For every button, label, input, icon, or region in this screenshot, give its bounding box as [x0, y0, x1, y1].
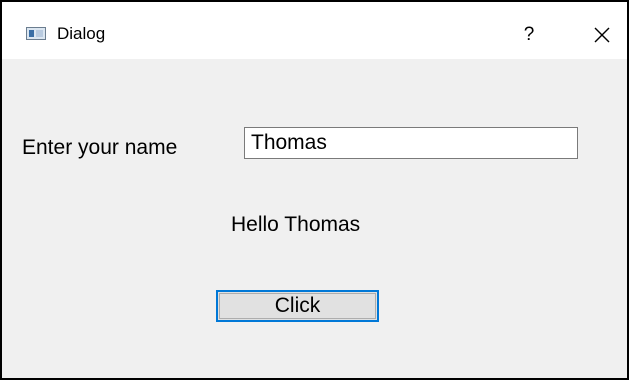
- dialog-window: Dialog ? Enter your name Hello Thomas Cl…: [0, 0, 629, 380]
- title-bar[interactable]: Dialog ?: [2, 2, 627, 59]
- window-title: Dialog: [57, 24, 106, 43]
- app-icon-pane-right: [36, 30, 43, 37]
- click-button[interactable]: Click: [216, 290, 379, 322]
- app-icon-pane-left: [29, 30, 34, 37]
- name-input[interactable]: [244, 127, 578, 159]
- close-button[interactable]: [587, 20, 617, 50]
- dialog-content: Enter your name Hello Thomas Click: [2, 59, 627, 378]
- greeting-text: Hello Thomas: [231, 213, 361, 236]
- close-icon: [594, 27, 610, 43]
- click-button-label: Click: [219, 293, 376, 319]
- help-button[interactable]: ?: [514, 20, 544, 50]
- window-app-icon: [26, 27, 46, 40]
- name-label: Enter your name: [22, 136, 178, 159]
